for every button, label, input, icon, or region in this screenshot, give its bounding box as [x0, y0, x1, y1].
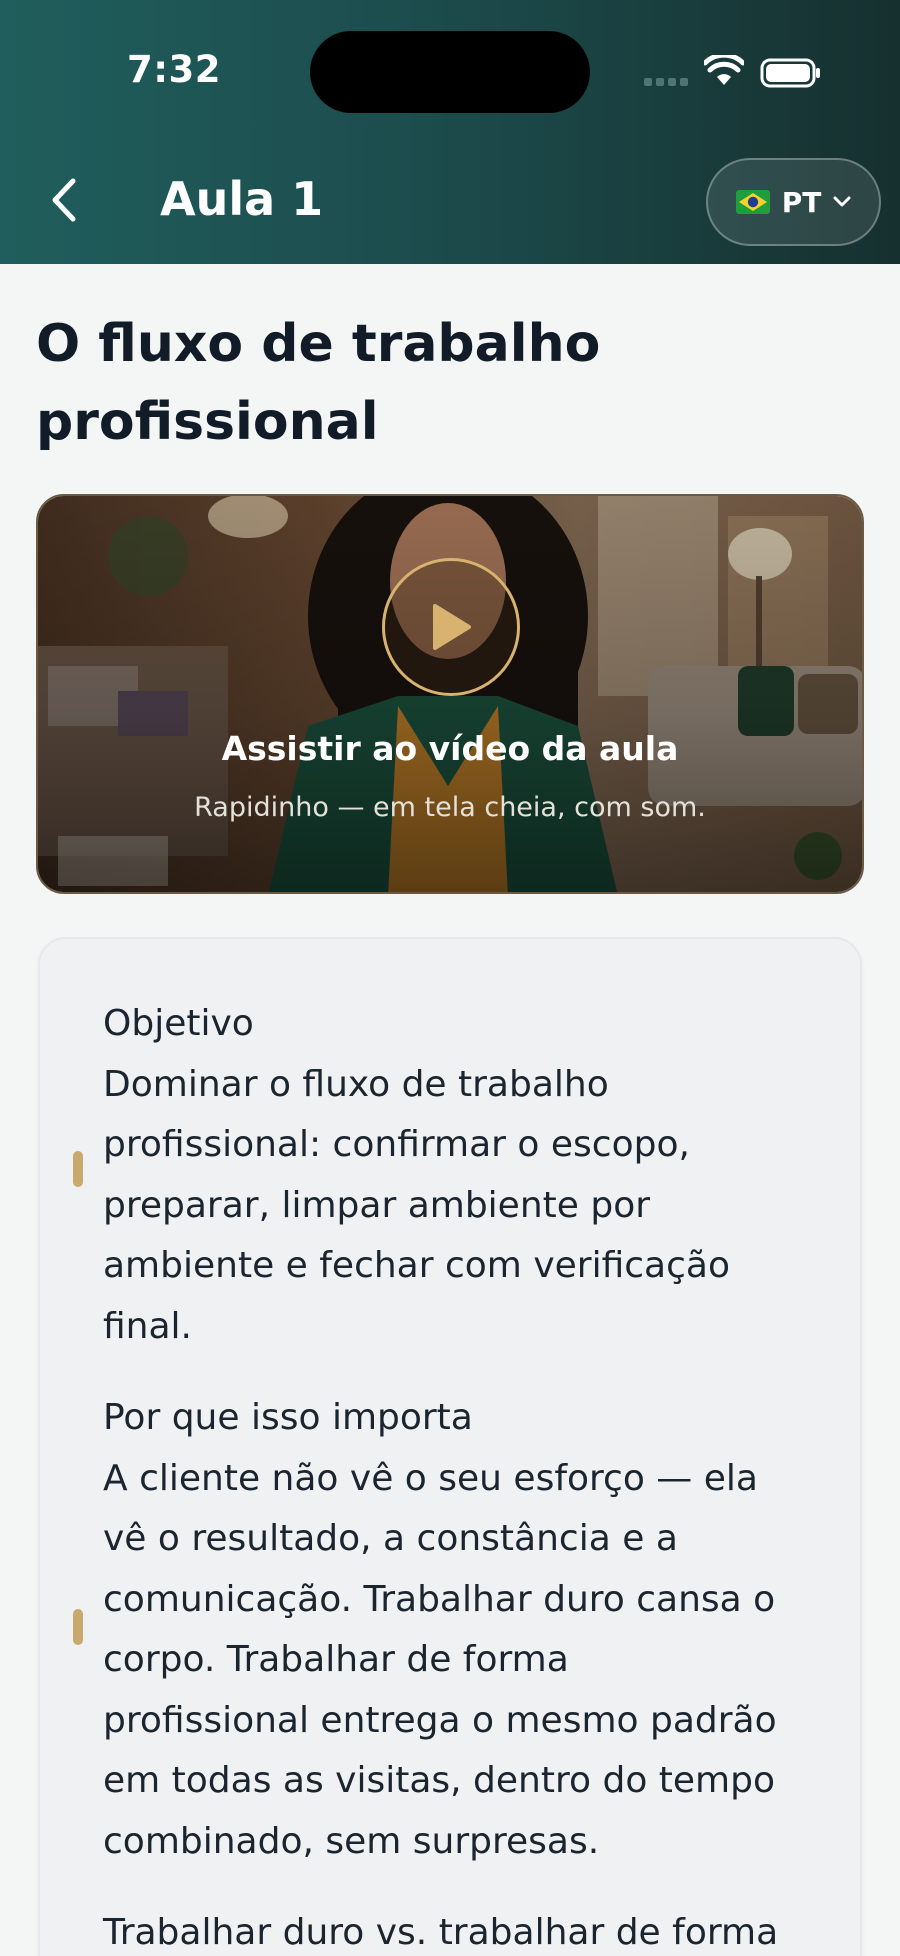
language-label: PT [781, 185, 822, 219]
section-objective: Objetivo Dominar o fluxo de trabalho pro… [103, 994, 843, 1357]
play-button[interactable] [382, 558, 520, 696]
section-line: corpo. Trabalhar de forma [103, 1639, 569, 1680]
video-title: Assistir ao vídeo da aula [221, 729, 679, 768]
section-line: combinado, sem surpresas. [103, 1820, 600, 1862]
wifi-icon [704, 55, 744, 85]
lesson-title-line-1: O fluxo de trabalho [36, 314, 601, 374]
play-icon [433, 604, 471, 650]
video-subtitle: Rapidinho — em tela cheia, com som. [194, 792, 706, 823]
lesson-content-card: Objetivo Dominar o fluxo de trabalho pro… [38, 937, 862, 1956]
language-selector[interactable]: PT [706, 158, 881, 246]
section-line: final. [103, 1305, 192, 1347]
section-line: comunicação. Trabalhar duro cansa o [103, 1578, 776, 1620]
section-line: profissional entrega o mesmo padrão [103, 1699, 777, 1741]
section-heading: Objetivo [103, 1003, 254, 1044]
section-line: Dominar o fluxo de trabalho [103, 1063, 609, 1105]
chevron-left-icon [52, 178, 76, 222]
section-line: vê o resultado, a constância e a [103, 1518, 678, 1559]
section-line: profissional: confirmar o escopo, [103, 1124, 690, 1165]
section-accent-bar [73, 1609, 83, 1645]
section-accent-bar [73, 1151, 83, 1187]
cellular-signal-icon [644, 78, 688, 88]
dynamic-island [310, 31, 590, 113]
app-header: 7:32 Aula 1 PT [0, 0, 900, 264]
section-hard-vs-professional: Trabalhar duro vs. trabalhar de forma [103, 1903, 843, 1956]
section-line: ambiente e fechar com verificação [103, 1245, 730, 1286]
status-bar: 7:32 [0, 0, 900, 150]
chevron-down-icon [833, 196, 851, 207]
section-line: A cliente não vê o seu esforço — ela [103, 1457, 758, 1499]
lesson-title-line-2: profissional [36, 392, 379, 452]
section-why-it-matters: Por que isso importa A cliente não vê o … [103, 1388, 843, 1872]
battery-icon [760, 58, 820, 88]
back-button[interactable] [38, 170, 88, 230]
section-line: preparar, limpar ambiente por [103, 1184, 651, 1226]
lesson-title: O fluxo de trabalho profissional [36, 305, 856, 461]
section-heading: Trabalhar duro vs. trabalhar de forma [103, 1912, 779, 1953]
brazil-flag-icon [735, 190, 770, 214]
section-line: em todas as visitas, dentro do tempo [103, 1760, 775, 1801]
status-time: 7:32 [127, 48, 222, 91]
section-heading: Por que isso importa [103, 1397, 473, 1438]
header-title: Aula 1 [160, 172, 324, 226]
lesson-video-card[interactable]: Assistir ao vídeo da aula Rapidinho — em… [36, 494, 864, 894]
